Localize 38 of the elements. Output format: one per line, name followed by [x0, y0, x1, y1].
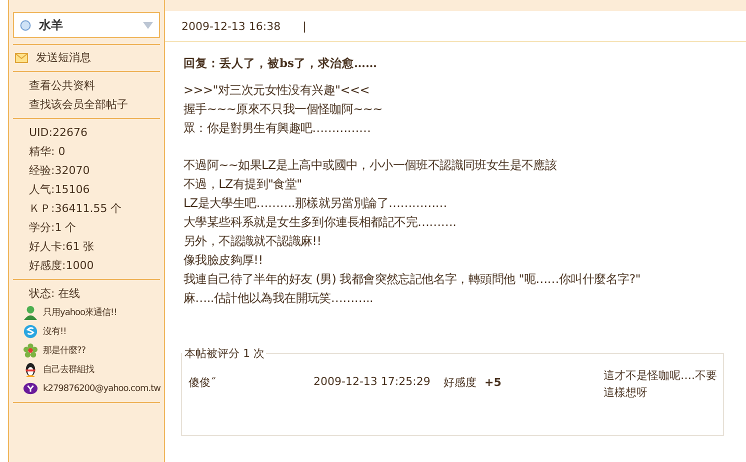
post-text-line: LZ是大學生吧……….那樣就另當別論了…………… [183, 195, 448, 212]
rating-legend: 本帖被评分 1 次 [182, 346, 266, 361]
profile-link[interactable]: 查找该会员全部帖子 [13, 95, 160, 114]
post-text-line: 不過，LZ有提到"食堂" [183, 176, 303, 193]
post-date: 2009-12-13 16:38 [181, 20, 281, 32]
post-text-line: 眾：你是對男生有興趣吧…………… [183, 120, 372, 137]
profile-link[interactable]: 查看公共资料 [13, 76, 160, 95]
rating-comment: 這才不是怪咖呢….不要這樣想呀 [603, 368, 718, 401]
rating-time: 2009-12-13 17:25:29 [313, 374, 432, 390]
send-message-link[interactable]: 发送短消息 [36, 49, 91, 67]
online-status: 状态: 在线 [28, 286, 82, 302]
user-stat: 好感度:1000 [28, 258, 95, 274]
contact-info: 那是什麼?? [43, 344, 86, 357]
post-text-line: 像我臉皮夠厚!! [183, 252, 264, 269]
post-title: 回复：丢人了，被bs了，求治愈…… [183, 56, 378, 71]
separator: | [302, 20, 306, 32]
post-text-line: >>>"对三次元女性没有兴趣"<<< [183, 82, 370, 99]
post-text-line: 大學某些科系就是女生多到你連長相都記不完………. [183, 214, 458, 231]
user-stat: 学分:1 个 [28, 220, 78, 236]
user-stat: 精华: 0 [28, 144, 66, 160]
contact-info: 只用yahoo來通信!! [43, 306, 117, 319]
post-text-line: 麻…..估計他以為我在開玩笑……….. [183, 290, 374, 307]
contact-info: 沒有!! [43, 326, 66, 338]
contact-info: 自己去群組找 [43, 364, 94, 376]
contact-info: k279876200@yahoo.com.tw [43, 384, 160, 394]
user-stat: ＫＰ:36411.55 个 [28, 201, 123, 217]
user-stat: 人气:15106 [28, 182, 91, 198]
rating-field: 好感度 [443, 376, 476, 389]
post-text-line: 不過阿~~如果LZ是上高中或國中，小小一個班不認識同班女生是不應該 [183, 157, 558, 174]
post-text-line: 握手~~~原來不只我一個怪咖阿~~~ [183, 101, 384, 118]
user-stat: UID:22676 [28, 125, 88, 141]
post-text-line: 我連自己待了半年的好友 (男) 我都會突然忘記他名字，轉頭問他 "呃……你叫什麼名字?" [183, 271, 642, 288]
rater-name: 傻俊˝ [188, 375, 217, 391]
user-dropdown[interactable]: 水羊 [13, 12, 160, 38]
user-stat: 经验:32070 [28, 163, 91, 179]
post-text-line: 另外，不認識就不認識麻!! [183, 233, 322, 250]
rating-score: +5 [484, 376, 502, 389]
user-stat: 好人卡:61 张 [28, 239, 96, 255]
